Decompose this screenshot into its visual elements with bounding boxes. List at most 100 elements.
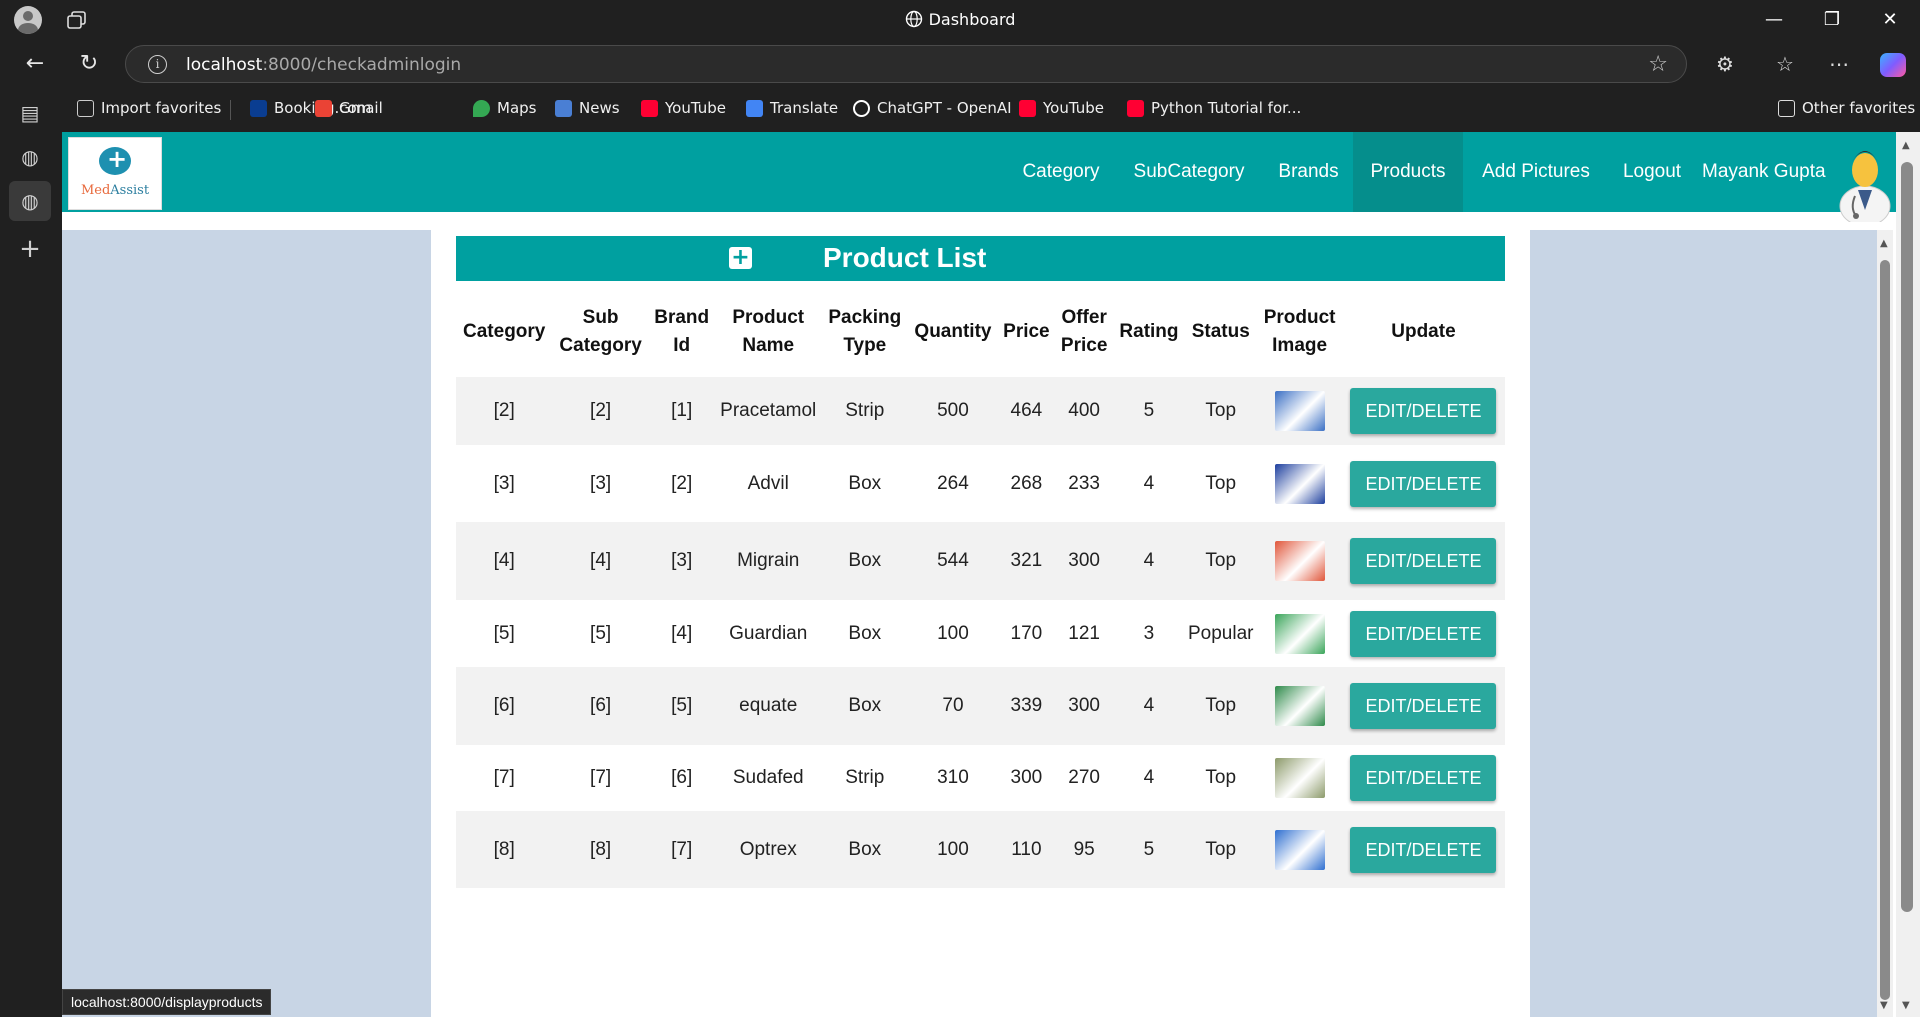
price-cell: 464 — [998, 377, 1055, 445]
favorite-youtube[interactable]: YouTube — [641, 99, 726, 117]
back-arrow-icon[interactable]: ← — [21, 50, 49, 78]
edit-delete-button[interactable]: EDIT/DELETE — [1350, 683, 1497, 729]
favorite-label: News — [579, 99, 620, 117]
packing-type-cell: Box — [821, 522, 908, 600]
url-host: localhost — [186, 55, 263, 75]
address-bar[interactable]: i localhost:8000/checkadminlogin ☆ — [125, 45, 1687, 83]
minimize-button[interactable]: — — [1745, 0, 1803, 40]
edit-delete-button[interactable]: EDIT/DELETE — [1350, 460, 1497, 507]
doctor-avatar-icon[interactable] — [1838, 136, 1892, 222]
product-thumbnail[interactable] — [1274, 829, 1325, 870]
table-header-row: Category Sub Category Brand Id Product Name Pac… — [456, 287, 1505, 377]
favorite-chatgpt[interactable]: ChatGPT - OpenAI — [853, 99, 1012, 117]
close-button[interactable]: ✕ — [1861, 0, 1919, 40]
rating-cell: 5 — [1113, 377, 1185, 445]
favorite-translate[interactable]: Translate — [746, 99, 838, 117]
packing-type-cell: Box — [821, 445, 908, 522]
nav-category[interactable]: Category — [1007, 132, 1115, 212]
user-name: Mayank Gupta — [1702, 161, 1826, 182]
brand-id-cell: [2] — [648, 445, 715, 522]
column-header: Status — [1184, 287, 1257, 377]
url-text[interactable]: localhost:8000/checkadminlogin — [186, 55, 461, 75]
favorite-label: YouTube — [1043, 99, 1104, 117]
extensions-icon[interactable]: ⚙ — [1712, 52, 1738, 76]
quantity-cell: 544 — [907, 522, 999, 600]
packing-type-cell: Box — [821, 811, 908, 888]
page-scrollbar[interactable]: ▲ ▼ — [1896, 132, 1920, 1017]
product-image-cell — [1257, 445, 1342, 522]
column-header-text: Packing — [828, 307, 902, 328]
product-name-cell: Pracetamol — [714, 377, 822, 445]
add-product-icon[interactable]: + — [729, 247, 752, 269]
nav-logout[interactable]: Logout — [1609, 132, 1695, 212]
favorites-bar: Import favorites Booking.com Gmail Maps … — [62, 88, 1920, 132]
table-row: [4] [4] [3] Migrain Box 544 321 300 4 Top EDIT/DEL… — [456, 522, 1505, 600]
globe-tab-active-icon[interactable]: ◍ — [17, 188, 43, 214]
price-cell: 339 — [998, 667, 1055, 745]
logo-text-part2: Assist — [110, 183, 150, 198]
product-thumbnail[interactable] — [1274, 391, 1325, 431]
nav-add-pictures[interactable]: Add Pictures — [1469, 132, 1603, 212]
subcategory-cell: [2] — [552, 377, 649, 445]
edit-delete-button[interactable]: EDIT/DELETE — [1350, 538, 1497, 584]
favorite-label: Maps — [497, 99, 537, 117]
edit-delete-button[interactable]: EDIT/DELETE — [1350, 755, 1497, 801]
packing-type-cell: Strip — [821, 377, 908, 445]
column-header-text: Update — [1391, 321, 1456, 342]
column-header: Packing Type — [822, 287, 908, 377]
rating-cell: 3 — [1113, 600, 1185, 667]
site-info-icon[interactable]: i — [148, 55, 167, 74]
restore-button[interactable]: ❐ — [1803, 0, 1861, 40]
products-table: Category Sub Category Brand Id Product Name Pac… — [456, 287, 1505, 888]
product-thumbnail[interactable] — [1274, 463, 1325, 504]
edit-delete-button[interactable]: EDIT/DELETE — [1350, 388, 1497, 434]
status-cell: Top — [1184, 522, 1258, 600]
product-thumbnail[interactable] — [1274, 686, 1325, 726]
other-favorites[interactable]: Other favorites — [1778, 99, 1915, 117]
scroll-down-icon[interactable]: ▼ — [1902, 1000, 1910, 1011]
product-name-cell: Sudafed — [714, 745, 822, 811]
packing-type-cell: Box — [821, 600, 908, 667]
favorite-youtube-2[interactable]: YouTube — [1019, 99, 1104, 117]
new-tab-icon[interactable]: + — [17, 236, 43, 262]
page-viewport: MedAssist Category Sub Category Brands Pr… — [62, 132, 1920, 1017]
more-menu-icon[interactable]: ⋯ — [1826, 52, 1852, 76]
favorite-gmail[interactable]: Gmail — [315, 99, 383, 117]
brand-id-cell: [1] — [648, 377, 715, 445]
product-thumbnail[interactable] — [1274, 758, 1325, 798]
scroll-up-icon[interactable]: ▲ — [1902, 140, 1910, 151]
content-scrollbar[interactable]: ▲ ▼ — [1877, 230, 1893, 1017]
column-header-text: Quantity — [914, 321, 992, 342]
table-row: [5] [5] [4] Guardian Box 100 170 121 3 Popular EDI… — [456, 600, 1505, 667]
favorite-import[interactable]: Import favorites — [77, 99, 221, 117]
favorite-news[interactable]: News — [555, 99, 620, 117]
category-cell: [7] — [456, 745, 553, 811]
scrollbar-thumb[interactable] — [1901, 162, 1913, 912]
brand-id-cell: [6] — [648, 745, 715, 811]
product-thumbnail[interactable] — [1274, 541, 1325, 581]
favorite-star-icon[interactable]: ☆ — [1648, 52, 1668, 77]
offer-price-cell: 300 — [1054, 522, 1114, 600]
copilot-icon[interactable] — [1880, 53, 1906, 77]
content-scroll-up-icon[interactable]: ▲ — [1880, 238, 1888, 249]
nav-subcategory[interactable]: SubCategory — [1121, 132, 1257, 212]
favorite-python-tutorial[interactable]: Python Tutorial for... — [1127, 99, 1301, 117]
nav-brands[interactable]: Brands — [1262, 132, 1355, 212]
sidebar-panel-icon[interactable]: ▤ — [17, 100, 43, 126]
favorite-maps[interactable]: Maps — [473, 99, 536, 117]
medassist-logo-icon — [99, 145, 131, 175]
refresh-icon[interactable]: ↻ — [75, 50, 103, 78]
price-cell: 300 — [998, 745, 1055, 811]
medassist-logo[interactable]: MedAssist — [68, 137, 162, 210]
content-scrollbar-thumb[interactable] — [1880, 260, 1890, 1000]
globe-tab-icon[interactable]: ◍ — [17, 144, 43, 170]
offer-price-cell: 400 — [1054, 377, 1114, 445]
update-cell: EDIT/DELETE — [1341, 377, 1505, 445]
edit-delete-button[interactable]: EDIT/DELETE — [1350, 826, 1497, 873]
favorites-icon[interactable]: ☆ — [1772, 52, 1798, 76]
product-thumbnail[interactable] — [1274, 613, 1325, 654]
content-scroll-down-icon[interactable]: ▼ — [1880, 1000, 1888, 1011]
offer-price-cell: 270 — [1054, 745, 1114, 811]
edit-delete-button[interactable]: EDIT/DELETE — [1350, 610, 1497, 657]
nav-products[interactable]: Products — [1353, 132, 1463, 212]
